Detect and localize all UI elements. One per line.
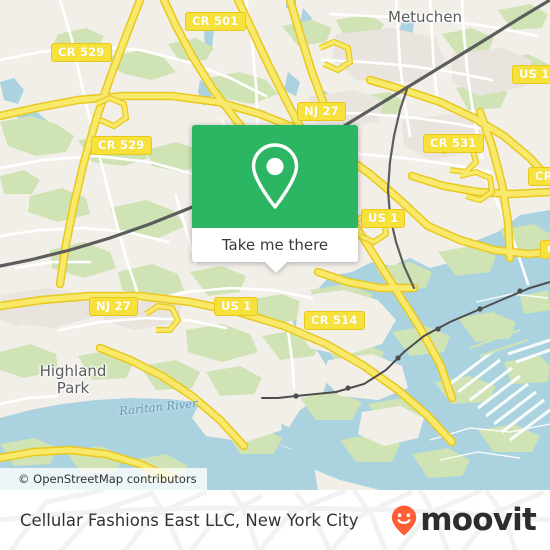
- road-shield-cr-right-clipped[interactable]: CR: [528, 167, 550, 186]
- popup-tail-pointer: [265, 262, 287, 273]
- place-label-metuchen: Metuchen: [388, 8, 463, 26]
- location-popup-card[interactable]: Take me there: [192, 125, 358, 273]
- take-me-there-button[interactable]: Take me there: [192, 228, 358, 262]
- popup-pin-area: [192, 125, 358, 228]
- place-label-highland-park: Highland Park: [39, 362, 107, 397]
- map-page: CR 501 CR 529 US 1 NJ 27 CR 529 CR 531 C…: [0, 0, 550, 550]
- road-shield-nj-27-bottom[interactable]: NJ 27: [89, 297, 138, 316]
- road-shield-us-1-bottom[interactable]: US 1: [214, 297, 259, 316]
- road-shield-cr-529-top[interactable]: CR 529: [51, 43, 112, 62]
- road-shield-us-1-mid[interactable]: US 1: [361, 209, 406, 228]
- footer-bar: Cellular Fashions East LLC, New York Cit…: [0, 490, 550, 550]
- road-shield-cr-501[interactable]: CR 501: [185, 12, 246, 31]
- map-pin-icon: [251, 142, 299, 209]
- osm-attribution-text: © OpenStreetMap contributors: [18, 472, 197, 486]
- road-shield-cr-531[interactable]: CR 531: [423, 134, 484, 153]
- take-me-there-label: Take me there: [221, 236, 329, 254]
- moovit-brand[interactable]: moovit: [391, 490, 537, 550]
- moovit-smiley-pin-icon: [392, 505, 417, 536]
- footer-title-text: Cellular Fashions East LLC, New York Cit…: [20, 510, 359, 530]
- road-shield-cr-514[interactable]: CR 514: [304, 311, 365, 330]
- osm-attribution[interactable]: © OpenStreetMap contributors: [0, 468, 207, 490]
- map-canvas[interactable]: CR 501 CR 529 US 1 NJ 27 CR 529 CR 531 C…: [0, 0, 550, 490]
- page-title: Cellular Fashions East LLC, New York Cit…: [20, 490, 359, 550]
- road-shield-c-right-clipped[interactable]: C: [540, 240, 550, 259]
- road-shield-us-1-topright[interactable]: US 1: [512, 65, 550, 84]
- road-shield-nj-27-top[interactable]: NJ 27: [297, 102, 346, 121]
- road-shield-cr-529-mid[interactable]: CR 529: [91, 136, 152, 155]
- moovit-wordmark: moovit: [420, 501, 537, 538]
